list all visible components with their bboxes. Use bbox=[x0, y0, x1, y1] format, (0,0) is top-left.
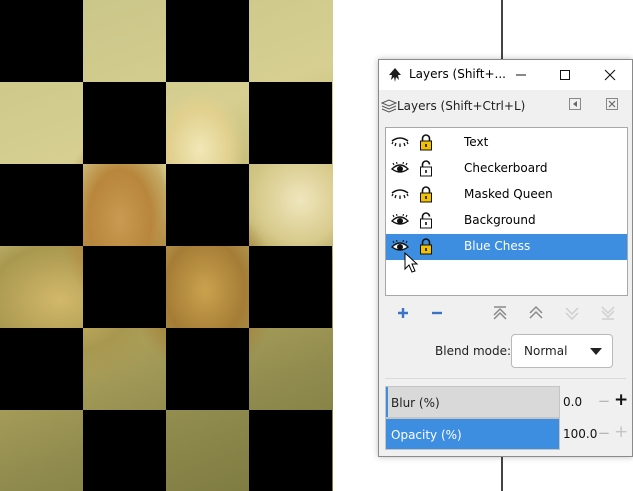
blur-decrement-button[interactable]: − bbox=[597, 393, 611, 409]
opacity-slider[interactable]: Opacity (%) bbox=[385, 418, 560, 450]
checker-square bbox=[166, 328, 249, 410]
close-icon bbox=[604, 69, 616, 81]
checker-square bbox=[0, 0, 83, 82]
lower-to-bottom-icon bbox=[601, 306, 615, 320]
mouse-cursor-icon bbox=[404, 252, 419, 273]
checker-square bbox=[249, 246, 332, 328]
plus-icon bbox=[398, 308, 408, 318]
eye-open-icon[interactable] bbox=[391, 214, 409, 228]
raise-layer-button[interactable] bbox=[526, 303, 546, 323]
blur-increment-button[interactable]: + bbox=[614, 392, 628, 409]
dock-close-icon bbox=[606, 98, 618, 110]
title-bar[interactable]: Layers (Shift+... bbox=[379, 60, 632, 90]
opacity-label: Opacity (%) bbox=[391, 428, 462, 442]
window-title: Layers (Shift+... bbox=[409, 67, 506, 81]
layer-row-selected[interactable]: Blue Chess bbox=[386, 234, 627, 260]
blur-slider-marker bbox=[386, 387, 388, 417]
blur-label: Blur (%) bbox=[391, 396, 440, 410]
minimize-button[interactable] bbox=[499, 60, 543, 90]
layer-name[interactable]: Text bbox=[464, 135, 488, 149]
page-border bbox=[501, 455, 503, 491]
lock-closed-icon[interactable] bbox=[419, 186, 433, 203]
checker-square bbox=[249, 82, 332, 164]
chevron-down-icon bbox=[590, 348, 602, 355]
layer-name[interactable]: Checkerboard bbox=[464, 161, 547, 175]
remove-layer-button[interactable] bbox=[427, 303, 447, 323]
blur-row: Blur (%) 0.0 − + bbox=[385, 386, 628, 418]
layer-name[interactable]: Background bbox=[464, 213, 536, 227]
minus-icon bbox=[432, 311, 442, 315]
maximize-icon bbox=[560, 70, 570, 80]
raise-to-top-icon bbox=[493, 306, 507, 320]
inkscape-icon bbox=[389, 68, 401, 82]
checker-square bbox=[83, 246, 166, 328]
divider bbox=[385, 378, 626, 379]
eye-closed-icon[interactable] bbox=[391, 136, 409, 150]
layer-name[interactable]: Masked Queen bbox=[464, 187, 553, 201]
raise-to-top-button[interactable] bbox=[490, 303, 510, 323]
layer-row[interactable]: Text bbox=[386, 130, 627, 156]
layer-name[interactable]: Blue Chess bbox=[464, 239, 530, 253]
checker-square bbox=[166, 0, 249, 82]
dock-title: Layers (Shift+Ctrl+L) bbox=[397, 99, 526, 113]
layer-row[interactable]: Masked Queen bbox=[386, 182, 627, 208]
layers-icon bbox=[381, 99, 397, 113]
dock-header: Layers (Shift+Ctrl+L) bbox=[379, 96, 632, 116]
lock-closed-icon[interactable] bbox=[419, 238, 433, 255]
eye-closed-icon[interactable] bbox=[391, 188, 409, 202]
checker-square bbox=[249, 410, 332, 491]
lock-closed-icon[interactable] bbox=[419, 134, 433, 151]
lower-layer-button bbox=[562, 303, 582, 323]
canvas-image[interactable] bbox=[0, 0, 333, 491]
blend-mode-label: Blend mode: bbox=[435, 344, 512, 358]
opacity-increment-button: + bbox=[614, 422, 629, 442]
raise-icon bbox=[529, 305, 543, 319]
dock-collapse-icon bbox=[569, 98, 581, 110]
blur-slider[interactable]: Blur (%) bbox=[385, 386, 560, 418]
dock-collapse-button[interactable] bbox=[569, 98, 581, 110]
maximize-button[interactable] bbox=[543, 60, 587, 90]
layer-row[interactable]: Background bbox=[386, 208, 627, 234]
layer-row[interactable]: Checkerboard bbox=[386, 156, 627, 182]
blend-mode-value: Normal bbox=[524, 344, 568, 358]
lock-open-icon[interactable] bbox=[419, 212, 433, 229]
eye-open-icon[interactable] bbox=[391, 162, 409, 176]
add-layer-button[interactable] bbox=[393, 303, 413, 323]
lower-icon bbox=[565, 307, 579, 321]
checker-square bbox=[0, 328, 83, 410]
layer-list[interactable]: Text Checkerboard Masked Queen Backgroun… bbox=[385, 127, 628, 296]
opacity-decrement-button[interactable]: − bbox=[597, 425, 611, 441]
close-button[interactable] bbox=[588, 60, 632, 90]
checker-square bbox=[83, 410, 166, 491]
blur-value[interactable]: 0.0 bbox=[563, 395, 582, 409]
checker-square bbox=[83, 82, 166, 164]
checker-square bbox=[0, 164, 83, 246]
page-border bbox=[501, 0, 503, 60]
blend-mode-select[interactable]: Normal bbox=[511, 334, 613, 368]
lock-open-icon[interactable] bbox=[419, 160, 433, 177]
opacity-value[interactable]: 100.0 bbox=[563, 427, 597, 441]
lower-to-bottom-button bbox=[598, 303, 618, 323]
opacity-row: Opacity (%) 100.0 − + bbox=[385, 418, 629, 450]
dock-close-button[interactable] bbox=[606, 98, 618, 110]
minimize-icon bbox=[516, 74, 526, 76]
checker-square bbox=[166, 164, 249, 246]
